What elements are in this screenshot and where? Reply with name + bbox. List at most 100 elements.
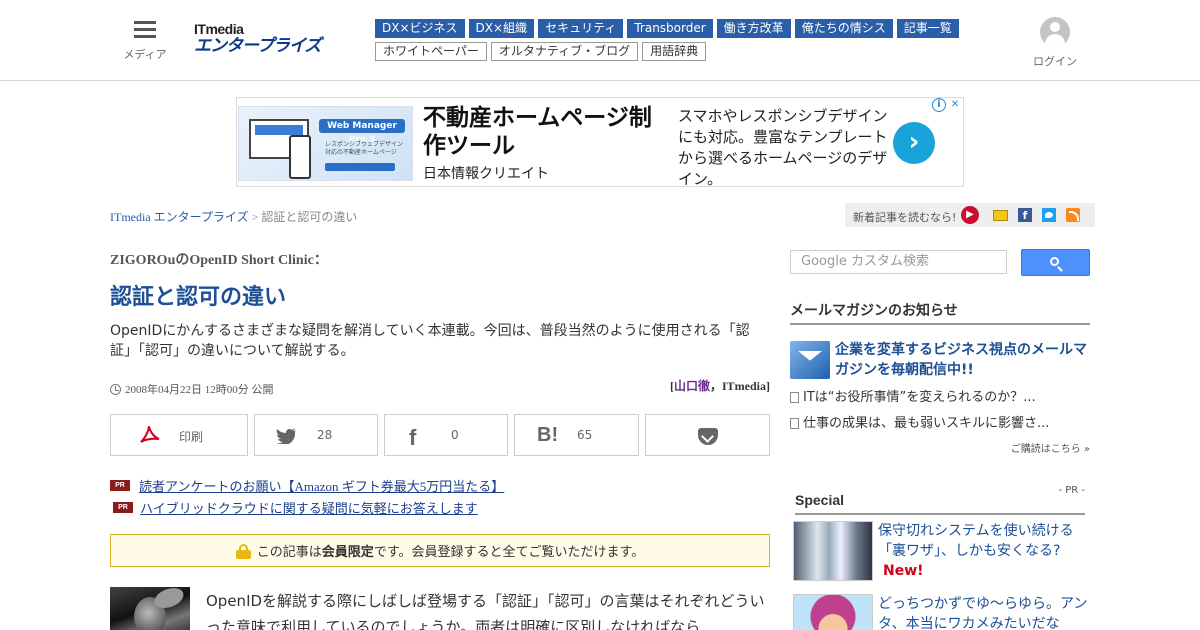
media-menu-button[interactable]: メディア <box>120 20 170 62</box>
search-button[interactable] <box>1021 249 1090 276</box>
ad-company: 日本情報クリエイト <box>423 166 549 182</box>
site-logo[interactable]: ITmedia エンタープライズ <box>194 22 346 58</box>
special-thumbnail <box>793 594 873 630</box>
member-notice-text: この記事は会員限定です。会員登録すると全てご覧いただけます。 <box>257 541 644 560</box>
lock-icon <box>235 543 251 559</box>
subscribe-link[interactable]: ご購読はこちら » <box>1011 440 1090 455</box>
nav-secondary-row: ホワイトペーパー オルタナティブ・ブログ 用語辞典 <box>375 42 935 61</box>
nav-glossary[interactable]: 用語辞典 <box>642 42 707 61</box>
twitter-bird-icon <box>276 428 296 444</box>
nav-whitepaper[interactable]: ホワイトペーパー <box>375 42 487 61</box>
ad-description: スマホやレスポンシブデザインにも対応。豊富なテンプレートから選べるホームページの… <box>678 107 888 188</box>
nav-article-list[interactable]: 記事一覧 <box>896 19 959 38</box>
user-avatar-icon <box>1040 17 1070 47</box>
byline: [山口徹，ITmedia] <box>670 377 770 394</box>
nav-security[interactable]: セキュリティ <box>538 19 624 38</box>
clock-icon <box>110 383 121 395</box>
search-input[interactable]: Google カスタム検索 <box>790 250 1007 274</box>
phone-icon <box>289 135 311 179</box>
list-item[interactable]: ITは“お役所事情”を変えられるのか？... <box>790 388 1090 414</box>
special-thumbnail <box>793 521 873 581</box>
breadcrumb: ITmedia エンタープライズ > 認証と認可の違い <box>110 208 357 225</box>
ad-product-image: Web Manager Pro 3 レスポンシブウェブデザイン対応の不動産ホーム… <box>238 106 413 181</box>
play-arrow-icon[interactable]: ▶ <box>961 206 979 224</box>
pr-badge: PR <box>110 479 130 491</box>
pdf-icon <box>140 426 160 443</box>
breadcrumb-home-link[interactable]: ITmedia エンタープライズ <box>110 210 249 224</box>
member-notice-pre: この記事は <box>256 545 322 560</box>
site-header: メディア ITmedia エンタープライズ DX×ビジネス DX×組織 セキュリ… <box>0 0 1200 81</box>
logo-itmedia: ITmedia <box>194 21 244 37</box>
author-photo <box>110 587 190 630</box>
media-menu-label: メディア <box>123 48 167 61</box>
hatena-count: 65 <box>577 428 593 442</box>
ad-headline: 不動産ホームページ制作ツール <box>423 105 652 159</box>
ad-close-icon[interactable]: ✕ <box>948 98 962 112</box>
list-item[interactable]: 仕事の成果は、最も弱いスキルに影響さ... <box>790 414 1090 440</box>
logo-enterprise: エンタープライズ <box>194 36 321 56</box>
ad-banner[interactable]: Web Manager Pro 3 レスポンシブウェブデザイン対応の不動産ホーム… <box>236 97 964 188</box>
publish-date: 2008年04月22日 12時00分 公開 <box>110 381 274 397</box>
ad-product-sub: レスポンシブウェブデザイン対応の不動産ホームページ <box>325 141 404 156</box>
list-item-text: 仕事の成果は、最も弱いスキルに影響さ... <box>803 416 1050 431</box>
document-icon <box>790 418 799 429</box>
ad-info-icon[interactable]: i <box>932 98 946 112</box>
breadcrumb-separator: > <box>248 210 262 224</box>
envelope-icon <box>790 341 830 379</box>
main-nav: DX×ビジネス DX×組織 セキュリティ Transborder 働き方改革 俺… <box>375 19 959 65</box>
ad-product-badge: Web Manager Pro 3 <box>319 119 405 145</box>
login-button[interactable]: ログイン <box>1030 17 1080 69</box>
nav-dx-organization[interactable]: DX×組織 <box>468 19 535 38</box>
mail-magazine-title[interactable]: 企業を変革するビジネス視点のメールマガジンを毎朝配信中!! <box>835 340 1095 380</box>
article-body: OpenIDを解説する際にしばしば登場する「認証」「認可」の言葉はそれぞれどうい… <box>206 592 765 630</box>
author-link[interactable]: 山口徹 <box>674 379 710 393</box>
nav-transborder[interactable]: Transborder <box>627 19 713 38</box>
member-notice-post: です。会員登録すると全てご覧いただけます。 <box>373 545 645 560</box>
twitter-icon[interactable] <box>1042 208 1056 222</box>
byline-rest: ，ITmedia] <box>709 379 770 393</box>
series-title: ZIGOROuのOpenID Short Clinic： <box>110 253 328 268</box>
member-notice-bold: 会員限定 <box>321 545 374 560</box>
new-badge: New! <box>883 563 924 579</box>
special-title: Special <box>795 492 845 508</box>
print-button[interactable]: 印刷 <box>110 414 248 456</box>
pocket-button[interactable] <box>645 414 770 456</box>
member-only-notice: この記事は会員限定です。会員登録すると全てご覧いただけます。 <box>110 534 770 567</box>
twitter-share-button[interactable]: 28 <box>254 414 378 456</box>
nav-work-style[interactable]: 働き方改革 <box>716 19 791 38</box>
hatena-share-button[interactable]: B! 65 <box>514 414 639 456</box>
facebook-f-icon: f <box>409 425 417 450</box>
ad-product-bar <box>325 163 395 171</box>
facebook-count: 0 <box>451 428 459 442</box>
special-item[interactable]: 保守切れシステムを使い続ける「裏ワザ」、しかも安くなる? New! <box>793 521 1093 583</box>
special-item[interactable]: どっちつかずでゆ～らゆら。アンタ、本当にワカメみたいだな <box>793 594 1093 630</box>
twitter-count: 28 <box>317 428 333 442</box>
pr-links: PR 読者アンケートのお願い【Amazon ギフト券最大5万円当たる】 PR ハ… <box>110 474 504 518</box>
nav-primary-row: DX×ビジネス DX×組織 セキュリティ Transborder 働き方改革 俺… <box>375 19 959 38</box>
pr-link-hybrid-cloud[interactable]: ハイブリッドクラウドに関する疑問に気軽にお答えします <box>140 498 478 517</box>
facebook-icon[interactable]: f <box>1018 208 1032 222</box>
subscribe-label: 新着記事を読むなら! <box>853 211 957 224</box>
hatena-b-icon: B! <box>537 424 559 446</box>
ad-arrow-button[interactable]: › <box>893 122 935 164</box>
special-item-title: どっちつかずでゆ～らゆら。アンタ、本当にワカメみたいだな <box>878 596 1088 630</box>
pr-link-survey[interactable]: 読者アンケートのお願い【Amazon ギフト券最大5万円当たる】 <box>139 476 504 495</box>
nav-alternative-blog[interactable]: オルタナティブ・ブログ <box>490 42 639 61</box>
mail-icon[interactable] <box>993 210 1008 221</box>
pr-badge: PR <box>113 501 133 513</box>
mail-magazine-list: ITは“お役所事情”を変えられるのか？... 仕事の成果は、最も弱いスキルに影響… <box>790 388 1090 440</box>
breadcrumb-current: 認証と認可の違い <box>261 210 358 224</box>
special-pr-label: - PR - <box>1058 485 1085 496</box>
special-heading: Special - PR - <box>795 485 1085 515</box>
pr-row-1: PR 読者アンケートのお願い【Amazon ギフト券最大5万円当たる】 <box>110 474 504 496</box>
special-item-text: どっちつかずでゆ～らゆら。アンタ、本当にワカメみたいだな <box>878 594 1088 630</box>
nav-dx-business[interactable]: DX×ビジネス <box>375 19 465 38</box>
pr-row-2: PR ハイブリッドクラウドに関する疑問に気軽にお答えします <box>110 496 504 518</box>
pocket-icon <box>698 428 718 445</box>
rss-icon[interactable] <box>1066 208 1080 222</box>
hamburger-icon <box>134 20 156 38</box>
nav-jousys[interactable]: 俺たちの情シス <box>794 19 893 38</box>
facebook-share-button[interactable]: f 0 <box>384 414 508 456</box>
special-item-title: 保守切れシステムを使い続ける「裏ワザ」、しかも安くなる? <box>878 523 1074 559</box>
print-label: 印刷 <box>179 430 204 444</box>
